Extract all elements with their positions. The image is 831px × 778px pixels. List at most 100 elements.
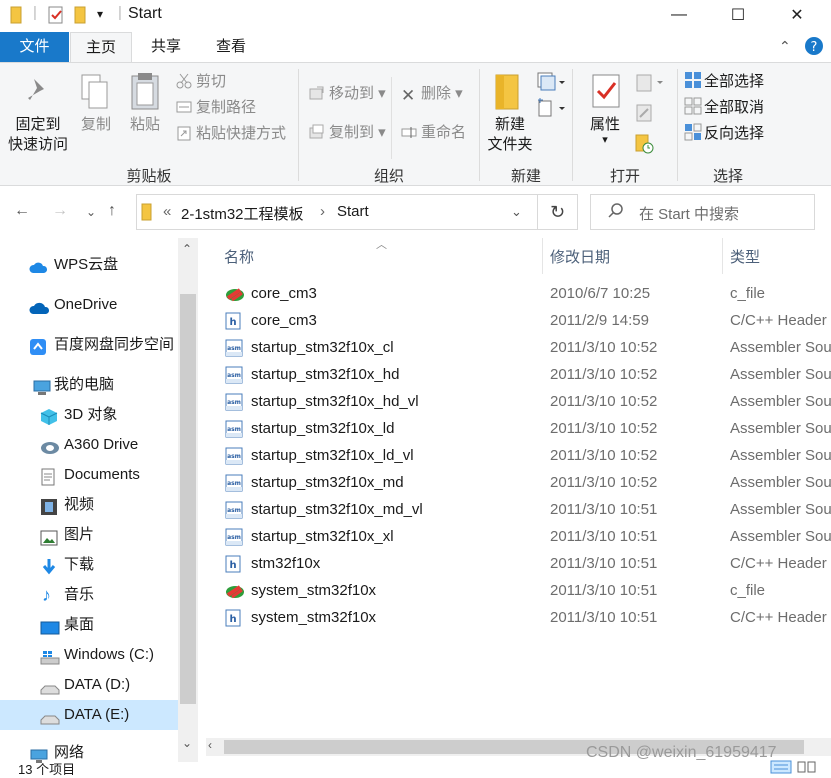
file-date: 2011/3/10 10:52 [550, 393, 658, 410]
select-none-button[interactable]: 全部取消 [684, 97, 764, 119]
edit-icon[interactable] [635, 103, 655, 127]
pin-quick-access-button[interactable]: 固定到 快速访问 [6, 115, 70, 155]
recent-locations-chevron-icon[interactable]: ⌄ [86, 205, 96, 219]
nav-item-this-pc[interactable]: 我的电脑 [0, 370, 178, 400]
table-row[interactable]: asm startup_stm32f10x_md_vl 2011/3/10 10:5… [206, 496, 831, 523]
properties-quick-icon[interactable] [47, 6, 65, 28]
column-name-header[interactable]: 名称 [224, 246, 254, 267]
forward-arrow-icon[interactable]: → [52, 202, 68, 220]
table-row[interactable]: core_cm3 2010/6/7 10:25 c_file [206, 280, 831, 307]
scroll-left-icon[interactable]: ‹ [208, 738, 212, 752]
rename-button[interactable]: 重命名 [401, 122, 466, 144]
column-type-header[interactable]: 类型 [730, 246, 760, 267]
table-row[interactable]: h stm32f10x 2011/3/10 10:51 C/C++ Header [206, 550, 831, 577]
copy-path-button[interactable]: 复制路径 [176, 97, 256, 119]
column-date-header[interactable]: 修改日期 [550, 246, 610, 267]
copy-to-button[interactable]: 复制到 ▾ [309, 122, 386, 144]
scissors-icon [176, 73, 192, 89]
file-date: 2011/3/10 10:51 [550, 528, 658, 545]
desktop-icon [40, 617, 60, 635]
file-type: C/C++ Header [730, 609, 827, 626]
table-row[interactable]: asm startup_stm32f10x_xl 2011/3/10 10:51 As… [206, 523, 831, 550]
breadcrumb-item[interactable]: 2-1stm32工程模板 [181, 203, 304, 224]
table-row[interactable]: asm startup_stm32f10x_cl 2011/3/10 10:52 As… [206, 334, 831, 361]
delete-button[interactable]: ✕ 删除 ▾ [401, 83, 463, 105]
maximize-button[interactable]: ☐ [709, 0, 767, 30]
nav-item-pictures[interactable]: 图片 [0, 520, 178, 550]
table-row[interactable]: h system_stm32f10x 2011/3/10 10:51 C/C++ He… [206, 604, 831, 631]
table-row[interactable]: asm startup_stm32f10x_md 2011/3/10 10:52 As… [206, 469, 831, 496]
copy-button[interactable]: 复制 [74, 115, 118, 135]
paste-button[interactable]: 粘贴 [124, 115, 166, 135]
nav-item-drive-c[interactable]: Windows (C:) [0, 640, 178, 670]
help-icon[interactable]: ? [804, 36, 824, 60]
tab-share[interactable]: 共享 [134, 32, 198, 62]
h-file-icon: h [225, 609, 243, 627]
close-button[interactable]: ✕ [768, 0, 826, 30]
table-row[interactable]: asm startup_stm32f10x_hd 2011/3/10 10:52 As… [206, 361, 831, 388]
chevron-up-icon[interactable]: ⌃ [779, 38, 791, 55]
customize-toolbar-icon[interactable]: ▾ [97, 7, 103, 21]
address-bar[interactable]: « 2-1stm32工程模板 › Start ⌄ [136, 194, 538, 230]
nav-pane-scrollbar[interactable]: ⌃ ⌄ [178, 238, 198, 762]
nav-item-3d-objects[interactable]: 3D 对象 [0, 400, 178, 430]
nav-item-downloads[interactable]: 下载 [0, 550, 178, 580]
cut-button[interactable]: 剪切 [176, 71, 226, 93]
table-row[interactable]: asm startup_stm32f10x_ld_vl 2011/3/10 10:5… [206, 442, 831, 469]
tab-view[interactable]: 查看 [200, 32, 262, 62]
file-type: Assembler Source [730, 501, 831, 518]
back-arrow-icon[interactable]: ← [14, 202, 30, 220]
nav-item-drive-e[interactable]: DATA (E:) [0, 700, 178, 730]
table-row[interactable]: h core_cm3 2011/2/9 14:59 C/C++ Header [206, 307, 831, 334]
breadcrumb-item[interactable]: Start [337, 203, 369, 220]
move-to-button[interactable]: 移动到 ▾ [309, 83, 386, 105]
asm-file-icon: asm [225, 474, 243, 492]
up-arrow-icon[interactable]: ↑ [108, 202, 116, 220]
new-item-icon[interactable] [536, 71, 566, 97]
svg-text:asm: asm [227, 507, 241, 514]
table-row[interactable]: asm startup_stm32f10x_ld 2011/3/10 10:52 As… [206, 415, 831, 442]
properties-button[interactable]: 属性 ▾ [579, 115, 631, 146]
new-folder-quick-icon[interactable] [74, 6, 88, 28]
file-date: 2011/3/10 10:51 [550, 555, 658, 572]
file-type: C/C++ Header [730, 312, 827, 329]
scroll-down-icon[interactable]: ⌄ [182, 736, 192, 750]
invert-selection-button[interactable]: 反向选择 [684, 123, 764, 145]
column-divider[interactable] [542, 238, 543, 274]
large-icons-view-icon[interactable] [796, 760, 818, 778]
table-row[interactable]: asm startup_stm32f10x_hd_vl 2011/3/10 10:5… [206, 388, 831, 415]
refresh-button[interactable]: ↻ [538, 194, 578, 230]
nav-item-music[interactable]: ♪ 音乐 [0, 580, 178, 610]
search-box[interactable]: 在 Start 中搜索 [590, 194, 815, 230]
paste-shortcut-button[interactable]: 粘贴快捷方式 [176, 123, 286, 145]
nav-item-wps-cloud[interactable]: WPS云盘 [0, 250, 178, 280]
nav-item-baidu-sync[interactable]: 百度网盘同步空间 [0, 330, 178, 360]
separator: | [33, 4, 37, 21]
nav-item-onedrive[interactable]: OneDrive [0, 290, 178, 320]
breadcrumb-separator-icon[interactable]: › [320, 203, 325, 220]
minimize-button[interactable]: — [650, 0, 708, 30]
file-type: Assembler Source [730, 474, 831, 491]
open-icon[interactable] [635, 73, 665, 97]
easy-access-icon[interactable] [536, 97, 566, 123]
scroll-up-icon[interactable]: ⌃ [182, 242, 192, 256]
scrollbar-thumb[interactable] [180, 294, 196, 704]
history-icon[interactable] [635, 133, 655, 159]
new-folder-button[interactable]: 新建 文件夹 [482, 115, 538, 155]
nav-item-drive-d[interactable]: DATA (D:) [0, 670, 178, 700]
nav-item-a360-drive[interactable]: A360 Drive [0, 430, 178, 460]
select-group: 全部选择 全部取消 反向选择 选择 [678, 63, 778, 187]
tab-home[interactable]: 主页 [70, 32, 132, 62]
tab-file[interactable]: 文件 [0, 32, 69, 62]
table-row[interactable]: system_stm32f10x 2011/3/10 10:51 c_file [206, 577, 831, 604]
nav-item-desktop[interactable]: 桌面 [0, 610, 178, 640]
nav-item-documents[interactable]: Documents [0, 460, 178, 490]
address-overflow[interactable]: « [163, 203, 171, 220]
view-toggle-icons[interactable] [770, 758, 824, 774]
column-divider[interactable] [722, 238, 723, 274]
nav-item-videos[interactable]: 视频 [0, 490, 178, 520]
details-view-icon[interactable] [770, 760, 792, 778]
address-dropdown-chevron-icon[interactable]: ⌄ [511, 204, 522, 220]
select-all-button[interactable]: 全部选择 [684, 71, 764, 93]
new-folder-label-line2: 文件夹 [487, 136, 533, 153]
